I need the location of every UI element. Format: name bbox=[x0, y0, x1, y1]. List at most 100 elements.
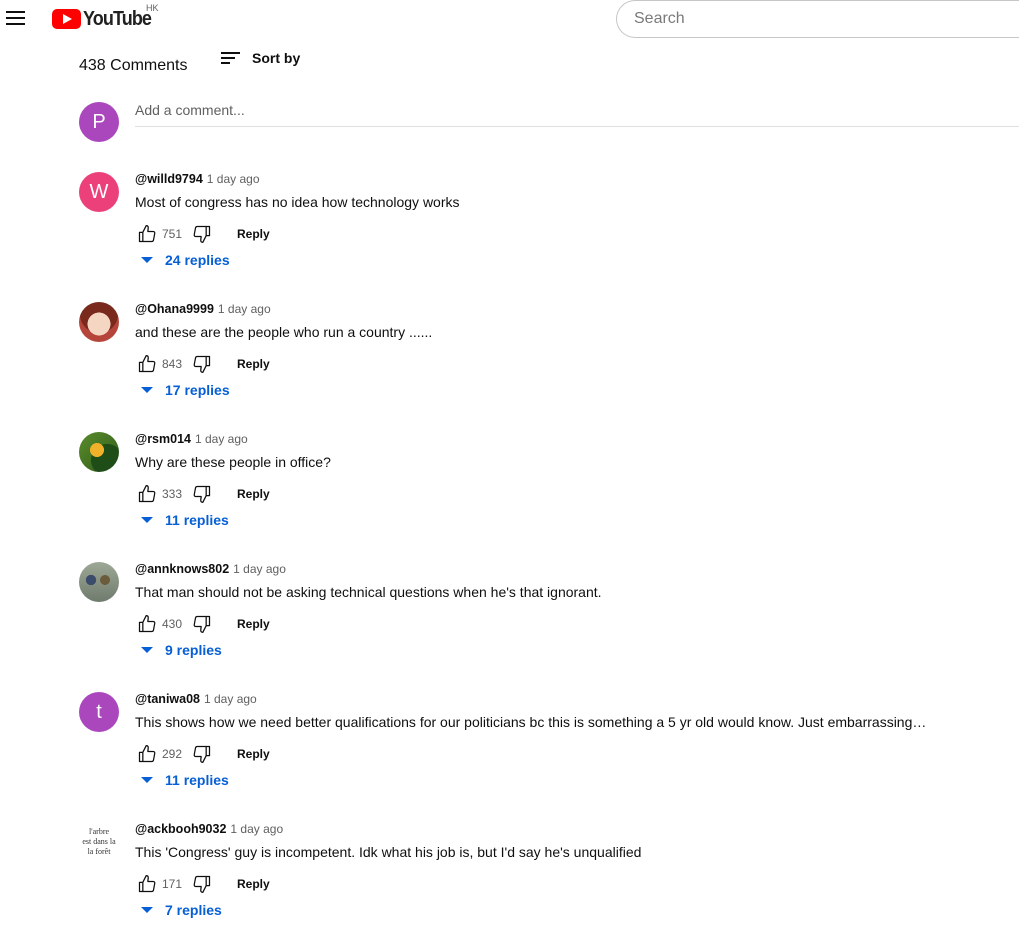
comment-text: This shows how we need better qualificat… bbox=[135, 714, 927, 730]
comment-meta: @ackbooh9032 1 day ago bbox=[135, 822, 283, 836]
reply-button[interactable]: Reply bbox=[237, 357, 270, 371]
reply-button[interactable]: Reply bbox=[237, 877, 270, 891]
like-button[interactable] bbox=[135, 872, 159, 896]
like-button[interactable] bbox=[135, 612, 159, 636]
comment-meta: @taniwa08 1 day ago bbox=[135, 692, 257, 706]
dislike-button[interactable] bbox=[190, 742, 214, 766]
view-replies-button[interactable]: 11 replies bbox=[137, 512, 229, 528]
thumbs-up-icon bbox=[138, 485, 156, 503]
comment-actions: 292 Reply bbox=[135, 742, 270, 766]
view-replies-button[interactable]: 17 replies bbox=[137, 382, 230, 398]
reply-button[interactable]: Reply bbox=[237, 487, 270, 501]
search-box bbox=[616, 0, 1019, 38]
search-input[interactable] bbox=[632, 9, 1012, 29]
caret-down-icon bbox=[141, 517, 153, 523]
thumbs-up-icon bbox=[138, 615, 156, 633]
comment-thread: @Ohana9999 1 day ago and these are the pe… bbox=[79, 302, 1019, 432]
like-count: 292 bbox=[162, 747, 183, 761]
top-bar: YouTube HK bbox=[0, 0, 1019, 40]
sort-by-button[interactable]: Sort by bbox=[221, 50, 300, 66]
like-count: 843 bbox=[162, 357, 183, 371]
comment-time[interactable]: 1 day ago bbox=[233, 562, 286, 576]
view-replies-button[interactable]: 7 replies bbox=[137, 902, 222, 918]
like-count: 751 bbox=[162, 227, 183, 241]
comment-time[interactable]: 1 day ago bbox=[207, 172, 260, 186]
caret-down-icon bbox=[141, 387, 153, 393]
comment-meta: @rsm014 1 day ago bbox=[135, 432, 248, 446]
like-count: 171 bbox=[162, 877, 183, 891]
comment-avatar[interactable]: W bbox=[79, 172, 119, 212]
replies-count: 7 replies bbox=[165, 902, 222, 918]
logo-text: YouTube bbox=[83, 7, 152, 30]
thumbs-down-icon bbox=[193, 875, 211, 893]
dislike-button[interactable] bbox=[190, 482, 214, 506]
comment-author[interactable]: @taniwa08 bbox=[135, 692, 200, 706]
comment-time[interactable]: 1 day ago bbox=[230, 822, 283, 836]
sort-icon bbox=[221, 50, 241, 66]
comment-meta: @Ohana9999 1 day ago bbox=[135, 302, 271, 316]
comment-thread: l'arbre est dans la la forêt @ackbooh9032 1… bbox=[79, 822, 1019, 952]
youtube-play-icon bbox=[52, 9, 81, 29]
comment-text: and these are the people who run a count… bbox=[135, 324, 433, 340]
comment-text: That man should not be asking technical … bbox=[135, 584, 602, 600]
comment-avatar[interactable] bbox=[79, 432, 119, 472]
replies-count: 11 replies bbox=[165, 512, 229, 528]
comment-actions: 171 Reply bbox=[135, 872, 270, 896]
comment-actions: 333 Reply bbox=[135, 482, 270, 506]
like-button[interactable] bbox=[135, 222, 159, 246]
caret-down-icon bbox=[141, 647, 153, 653]
add-comment-input[interactable] bbox=[135, 102, 1019, 127]
hamburger-menu-icon[interactable] bbox=[5, 9, 27, 27]
comment-author[interactable]: @willd9794 bbox=[135, 172, 203, 186]
dislike-button[interactable] bbox=[190, 352, 214, 376]
view-replies-button[interactable]: 24 replies bbox=[137, 252, 230, 268]
comment-avatar[interactable]: t bbox=[79, 692, 119, 732]
thumbs-down-icon bbox=[193, 615, 211, 633]
region-code: HK bbox=[146, 3, 159, 13]
thumbs-up-icon bbox=[138, 225, 156, 243]
thumbs-down-icon bbox=[193, 355, 211, 373]
comment-actions: 843 Reply bbox=[135, 352, 270, 376]
replies-count: 24 replies bbox=[165, 252, 230, 268]
comment-thread: W @willd9794 1 day ago Most of congress h… bbox=[79, 172, 1019, 302]
thumbs-up-icon bbox=[138, 875, 156, 893]
dislike-button[interactable] bbox=[190, 222, 214, 246]
comment-avatar[interactable]: l'arbre est dans la la forêt bbox=[79, 822, 119, 862]
comment-author[interactable]: @rsm014 bbox=[135, 432, 191, 446]
view-replies-button[interactable]: 11 replies bbox=[137, 772, 229, 788]
view-replies-button[interactable]: 9 replies bbox=[137, 642, 222, 658]
like-button[interactable] bbox=[135, 742, 159, 766]
dislike-button[interactable] bbox=[190, 872, 214, 896]
reply-button[interactable]: Reply bbox=[237, 227, 270, 241]
comment-actions: 751 Reply bbox=[135, 222, 270, 246]
reply-button[interactable]: Reply bbox=[237, 747, 270, 761]
reply-button[interactable]: Reply bbox=[237, 617, 270, 631]
caret-down-icon bbox=[141, 907, 153, 913]
comment-thread: @rsm014 1 day ago Why are these people in… bbox=[79, 432, 1019, 562]
sort-label: Sort by bbox=[252, 50, 301, 66]
comment-meta: @annknows802 1 day ago bbox=[135, 562, 286, 576]
comment-meta: @willd9794 1 day ago bbox=[135, 172, 260, 186]
thumbs-up-icon bbox=[138, 355, 156, 373]
comment-avatar[interactable] bbox=[79, 562, 119, 602]
comment-time[interactable]: 1 day ago bbox=[195, 432, 248, 446]
youtube-logo[interactable]: YouTube bbox=[52, 6, 159, 32]
comment-author[interactable]: @annknows802 bbox=[135, 562, 229, 576]
comment-thread: @annknows802 1 day ago That man should no… bbox=[79, 562, 1019, 692]
like-count: 333 bbox=[162, 487, 183, 501]
comment-author[interactable]: @ackbooh9032 bbox=[135, 822, 226, 836]
comment-avatar[interactable] bbox=[79, 302, 119, 342]
comment-time[interactable]: 1 day ago bbox=[218, 302, 271, 316]
like-button[interactable] bbox=[135, 482, 159, 506]
comment-time[interactable]: 1 day ago bbox=[204, 692, 257, 706]
thumbs-down-icon bbox=[193, 485, 211, 503]
comment-text: This 'Congress' guy is incompetent. Idk … bbox=[135, 844, 642, 860]
like-button[interactable] bbox=[135, 352, 159, 376]
dislike-button[interactable] bbox=[190, 612, 214, 636]
replies-count: 11 replies bbox=[165, 772, 229, 788]
comment-author[interactable]: @Ohana9999 bbox=[135, 302, 214, 316]
thumbs-down-icon bbox=[193, 745, 211, 763]
replies-count: 9 replies bbox=[165, 642, 222, 658]
replies-count: 17 replies bbox=[165, 382, 230, 398]
thumbs-down-icon bbox=[193, 225, 211, 243]
